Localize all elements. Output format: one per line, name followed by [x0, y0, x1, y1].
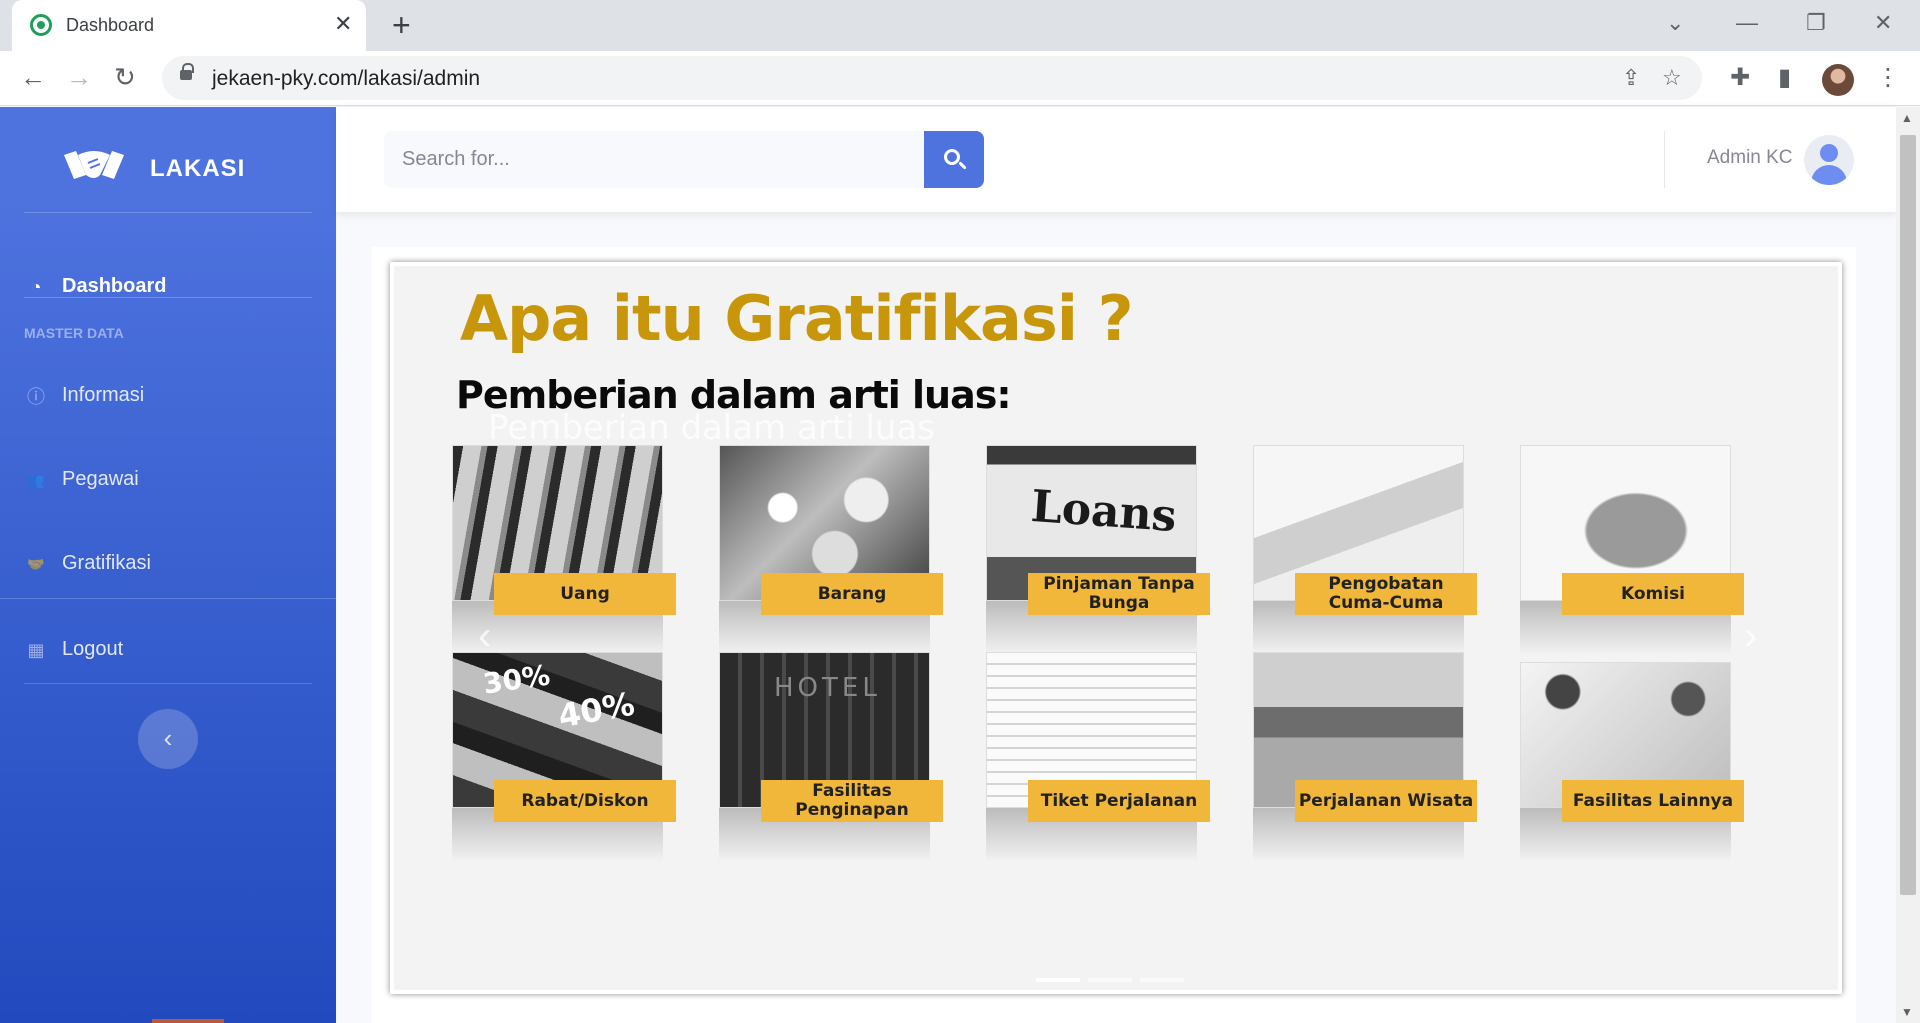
address-bar[interactable]: jekaen-pky.com/lakasi/admin ⇪ ☆ [162, 56, 1702, 100]
carousel-indicator-2[interactable] [1088, 978, 1132, 982]
sidebar-item-logout[interactable]: ▦ Logout [0, 620, 336, 680]
carousel-indicator-3[interactable] [1140, 978, 1184, 982]
page-scrollbar[interactable]: ▲ ▼ [1896, 107, 1920, 1023]
sidebar-divider [0, 598, 336, 599]
tachometer-icon: ◔ [30, 276, 42, 297]
main-content: Apa itu Gratifikasi ? Pemberian dalam ar… [336, 212, 1896, 1023]
scroll-up-icon[interactable]: ▲ [1901, 111, 1913, 125]
favicon-icon [30, 14, 52, 36]
tile-label: Uang [494, 573, 676, 615]
share-icon[interactable]: ⇪ [1622, 65, 1640, 91]
side-panel-icon[interactable]: ▮ [1778, 63, 1791, 92]
browser-toolbar: ← → ↻ jekaen-pky.com/lakasi/admin ⇪ ☆ ✚ … [0, 51, 1920, 106]
sidebar-toggle-button[interactable]: ‹ [138, 709, 198, 769]
topbar: Admin KC [336, 107, 1896, 212]
sidebar-item-label: Informasi [62, 384, 145, 406]
tile-label: Pengobatan Cuma-Cuma [1295, 573, 1477, 615]
search-button[interactable] [924, 131, 984, 188]
carousel-indicator-1[interactable] [1036, 978, 1080, 982]
tile-wisata: Perjalanan Wisata [1253, 652, 1477, 862]
forward-button[interactable]: → [66, 61, 92, 93]
tile-label: Perjalanan Wisata [1295, 780, 1477, 822]
table-icon: ▦ [27, 639, 45, 660]
tile-komisi: Komisi [1520, 445, 1744, 655]
carousel-card: Apa itu Gratifikasi ? Pemberian dalam ar… [372, 247, 1856, 1023]
sidebar-item-informasi[interactable]: ⓘ Informasi [0, 366, 336, 426]
profile-avatar[interactable] [1822, 64, 1854, 96]
tile-label: Pinjaman Tanpa Bunga [1028, 573, 1210, 615]
sidebar-divider [24, 297, 312, 298]
tile-pengobatan: Pengobatan Cuma-Cuma [1253, 445, 1477, 655]
sidebar-item-label: Dashboard [62, 275, 167, 297]
user-avatar[interactable] [1804, 135, 1854, 185]
scrollbar-thumb[interactable] [1900, 135, 1916, 895]
url-text[interactable]: jekaen-pky.com/lakasi/admin [212, 67, 480, 91]
tab-close-icon[interactable]: ✕ [334, 12, 352, 36]
sidebar-item-gratifikasi[interactable]: 🤝 Gratifikasi [0, 534, 336, 594]
handshake-icon: 🤝 [27, 555, 45, 572]
search-input[interactable] [384, 131, 924, 188]
close-window-button[interactable]: ✕ [1874, 10, 1892, 36]
sidebar-heading: MASTER DATA [24, 325, 124, 341]
users-icon: 👥 [27, 471, 45, 488]
tile-fasilitas-lainnya: Fasilitas Lainnya [1520, 652, 1744, 862]
minimize-button[interactable]: — [1736, 10, 1758, 36]
tile-pinjaman: Loans Pinjaman Tanpa Bunga [986, 445, 1210, 655]
sidebar: LAKASI ◔ Dashboard MASTER DATA ⓘ Informa… [0, 107, 336, 1023]
tile-label: Fasilitas Lainnya [1562, 780, 1744, 822]
browser-menu-icon[interactable]: ⋮ [1876, 63, 1900, 92]
tile-barang: Barang [719, 445, 943, 655]
brand-name: LAKASI [150, 155, 246, 182]
reload-button[interactable]: ↻ [114, 61, 136, 93]
restore-button[interactable]: ❐ [1806, 10, 1826, 36]
carousel-slide: Apa itu Gratifikasi ? Pemberian dalam ar… [390, 262, 1842, 994]
taskbar-edge [152, 1019, 224, 1023]
scroll-down-icon[interactable]: ▼ [1901, 1005, 1913, 1019]
carousel-caption: Pemberian dalam arti luas [488, 408, 936, 448]
handshake-logo-icon [64, 151, 124, 179]
topbar-divider [1664, 131, 1665, 188]
sidebar-divider [24, 683, 312, 684]
sidebar-item-label: Gratifikasi [62, 552, 151, 574]
slide-title: Apa itu Gratifikasi ? [460, 282, 1134, 355]
carousel-next-icon[interactable]: › [1744, 614, 1757, 659]
tile-penginapan: HOTEL Fasilitas Penginapan [719, 652, 943, 862]
tile-label: Komisi [1562, 573, 1744, 615]
discount-40-text: 40% [555, 684, 638, 736]
extensions-icon[interactable]: ✚ [1730, 63, 1750, 92]
user-name[interactable]: Admin KC [1707, 147, 1793, 169]
carousel-prev-icon[interactable]: ‹ [478, 614, 491, 659]
sidebar-brand[interactable]: LAKASI [0, 137, 336, 197]
tile-label: Barang [761, 573, 943, 615]
back-button[interactable]: ← [20, 61, 46, 93]
loans-sign-text: Loans [1029, 480, 1179, 543]
tile-rabat: 30% 40% Rabat/Diskon [452, 652, 676, 862]
sidebar-divider [24, 212, 312, 213]
carousel-indicators [1036, 978, 1186, 982]
sidebar-item-label: Logout [62, 638, 124, 660]
sidebar-item-label: Pegawai [62, 468, 139, 490]
tile-label: Fasilitas Penginapan [761, 780, 943, 822]
hotel-sign-text: HOTEL [774, 673, 881, 703]
tab-title: Dashboard [66, 15, 155, 35]
discount-30-text: 30% [481, 658, 553, 701]
browser-tab[interactable]: Dashboard ✕ [12, 0, 366, 51]
sidebar-item-dashboard[interactable]: ◔ Dashboard [0, 257, 336, 317]
new-tab-button[interactable]: + [392, 8, 411, 42]
tab-search-icon[interactable]: ⌄ [1666, 10, 1684, 36]
lock-icon[interactable] [180, 63, 194, 80]
info-circle-icon: ⓘ [27, 387, 45, 407]
tile-label: Rabat/Diskon [494, 780, 676, 822]
bookmark-star-icon[interactable]: ☆ [1662, 65, 1682, 91]
browser-tab-strip: Dashboard ✕ + ⌄ — ❐ ✕ [0, 0, 1920, 51]
tile-label: Tiket Perjalanan [1028, 780, 1210, 822]
tile-tiket: Tiket Perjalanan [986, 652, 1210, 862]
sidebar-item-pegawai[interactable]: 👥 Pegawai [0, 450, 336, 510]
